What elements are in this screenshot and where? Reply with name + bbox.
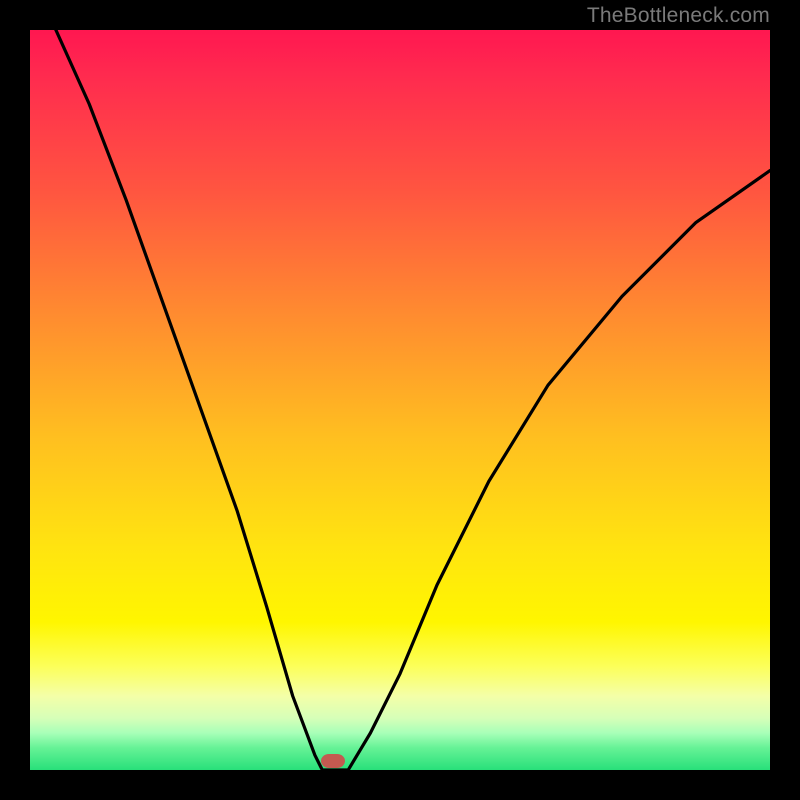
watermark-text: TheBottleneck.com [587,4,770,28]
plot-area [30,30,770,770]
valley-marker-icon [321,754,345,768]
bottleneck-curve [56,30,770,770]
curve-svg [30,30,770,770]
chart-frame: TheBottleneck.com [0,0,800,800]
